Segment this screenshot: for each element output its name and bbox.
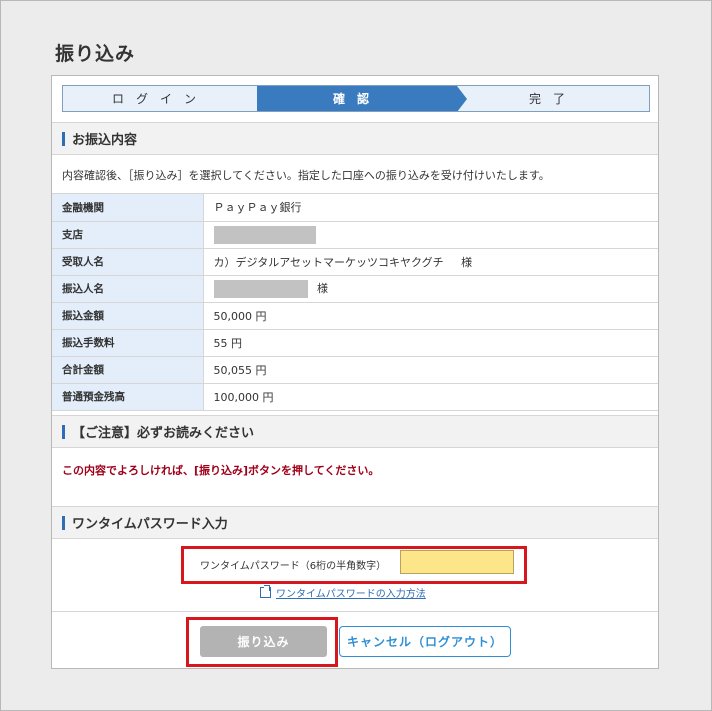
row-label: 振込手数料 [52, 329, 204, 357]
table-row: 支店 [52, 221, 658, 249]
section-header-notice: 【ご注意】必ずお読みください [52, 415, 658, 448]
table-row: 金融機関 ＰａｙＰａｙ銀行 [52, 194, 658, 222]
row-label: 振込金額 [52, 302, 204, 330]
step-confirm: 確認 [257, 86, 467, 111]
table-row: 振込人名 様 [52, 275, 658, 303]
table-row: 合計金額 50,055 円 [52, 356, 658, 384]
honorific: 様 [461, 255, 473, 269]
recipient-name-value: カ）デジタルアセットマーケッツコキヤクグチ [213, 255, 444, 269]
page-title: 振り込み [55, 43, 136, 65]
step-login: ログイン [111, 92, 208, 106]
row-label: 普通預金残高 [52, 383, 204, 411]
transfer-amount-value: 50,000 円 [203, 302, 658, 330]
otp-help-label: ワンタイムパスワードの入力方法 [276, 589, 426, 600]
section-title: 【ご注意】必ずお読みください [72, 426, 255, 441]
confirmation-notice: この内容でよろしければ、[振り込み]ボタンを押してください。 [62, 464, 380, 477]
honorific: 様 [317, 281, 328, 295]
table-row: 振込金額 50,000 円 [52, 302, 658, 330]
step-complete: 完了 [528, 92, 577, 106]
table-row: 振込手数料 55 円 [52, 329, 658, 357]
transfer-details-table: 金融機関 ＰａｙＰａｙ銀行 支店 受取人名 カ）デジタルアセットマーケッツコキヤ… [52, 194, 658, 411]
redacted-sender-name [213, 279, 308, 298]
row-label: 金融機関 [52, 194, 204, 222]
bank-name-value: ＰａｙＰａｙ銀行 [203, 194, 658, 222]
section-title: お振込内容 [72, 133, 138, 148]
highlight-box-otp [181, 546, 527, 584]
fee-value: 55 円 [203, 329, 658, 357]
step-indicator: ログイン 確認 完了 [62, 85, 650, 112]
section-marker [62, 424, 65, 439]
highlight-box-submit [186, 617, 338, 667]
row-label: 振込人名 [52, 275, 204, 303]
otp-help-link[interactable]: ワンタイムパスワードの入力方法 [260, 585, 426, 600]
instruction-text: 内容確認後、［振り込み］を選択してください。指定した口座への振り込みを受け付けい… [52, 156, 658, 194]
row-label: 受取人名 [52, 248, 204, 276]
table-row: 受取人名 カ）デジタルアセットマーケッツコキヤクグチ 様 [52, 248, 658, 276]
section-header-otp: ワンタイムパスワード入力 [52, 506, 658, 539]
section-marker [62, 131, 65, 146]
section-title: ワンタイムパスワード入力 [72, 517, 228, 532]
external-link-icon [260, 585, 271, 598]
row-label: 合計金額 [52, 356, 204, 384]
section-marker [62, 515, 65, 530]
section-header-transfer-details: お振込内容 [52, 122, 658, 155]
transfer-panel: ログイン 確認 完了 お振込内容 内容確認後、［振り込み］を選択してください。指… [51, 75, 659, 669]
total-value: 50,055 円 [203, 356, 658, 384]
cancel-logout-button[interactable]: キャンセル（ログアウト） [339, 626, 511, 657]
balance-value: 100,000 円 [203, 383, 658, 411]
table-row: 普通預金残高 100,000 円 [52, 383, 658, 411]
row-label: 支店 [52, 221, 204, 249]
redacted-branch [213, 225, 316, 244]
